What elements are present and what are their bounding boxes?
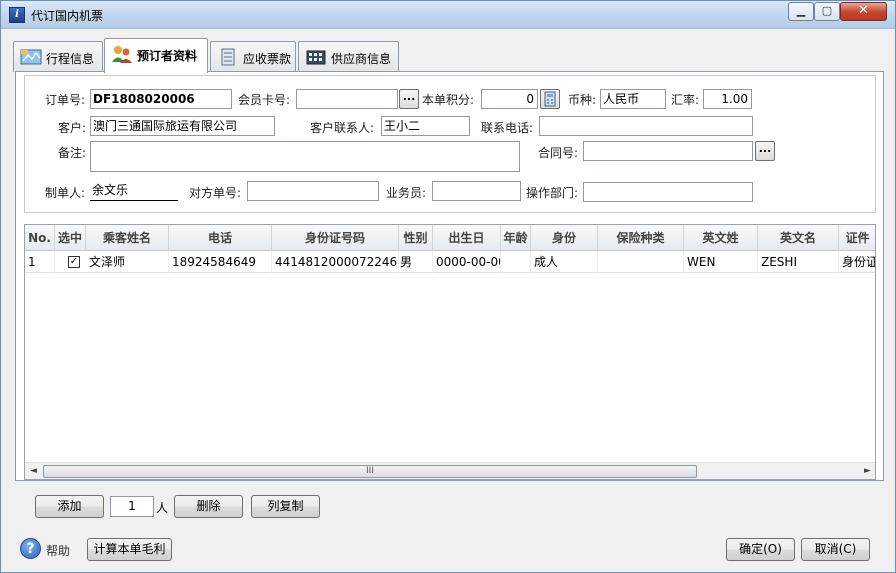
col-no[interactable]: No. [25, 225, 55, 251]
grid-header: No. 选中 乘客姓名 电话 身份证号码 性别 出生日 年龄 身份 保险种类 英… [25, 225, 875, 251]
tab-supplier[interactable]: 供应商信息 [298, 41, 399, 72]
count-unit: 人 [156, 501, 169, 515]
col-birthday[interactable]: 出生日 [433, 225, 501, 251]
col-identity[interactable]: 身份 [531, 225, 598, 251]
counter-no-field[interactable] [247, 181, 379, 201]
col-en-given[interactable]: 英文名 [758, 225, 839, 251]
tab-itinerary[interactable]: 行程信息 [13, 41, 103, 72]
row-select-checkbox[interactable]: ✓ [68, 256, 80, 268]
col-gender[interactable]: 性别 [399, 225, 433, 251]
counter-no-label: 对方单号: [189, 186, 242, 200]
tab-label: 行程信息 [46, 52, 95, 66]
col-selected[interactable]: 选中 [55, 225, 86, 251]
cell-birthday[interactable]: 0000-00-00 [433, 251, 501, 273]
cell-en-surname[interactable]: WEN [684, 251, 758, 273]
remark-label: 备注: [58, 146, 87, 160]
contract-lookup-button[interactable]: ... [755, 141, 775, 161]
users-icon [112, 46, 132, 63]
col-insurance[interactable]: 保险种类 [598, 225, 684, 251]
cell-name[interactable]: 文泽师 [86, 251, 169, 273]
calculator-icon[interactable] [540, 89, 560, 109]
phone-label: 联系电话: [481, 121, 534, 135]
add-button[interactable]: 添加 [35, 495, 104, 518]
close-button[interactable]: ✕ [840, 2, 887, 21]
cell-insurance[interactable] [598, 251, 684, 273]
col-age[interactable]: 年龄 [501, 225, 531, 251]
cell-doc[interactable]: 身份证 [839, 251, 875, 273]
delete-button[interactable]: 删除 [174, 495, 243, 518]
supplier-icon [306, 50, 326, 65]
phone-field[interactable] [539, 116, 753, 136]
help-link[interactable]: 帮助 [46, 542, 70, 559]
creator-label: 制单人: [45, 186, 86, 200]
customer-field[interactable]: 澳门三通国际旅运有限公司 [90, 116, 275, 136]
col-phone[interactable]: 电话 [169, 225, 272, 251]
tab-booker-info[interactable]: 预订者资料 [104, 38, 208, 73]
contact-label: 客户联系人: [310, 121, 375, 135]
ok-button[interactable]: 确定(O) [726, 538, 795, 561]
customer-label: 客户: [58, 121, 87, 135]
currency-field[interactable]: 人民币 [600, 89, 666, 109]
dept-label: 操作部门: [526, 186, 579, 200]
currency-label: 币种: [568, 93, 597, 107]
maximize-button[interactable]: ▢ [814, 2, 840, 21]
window-title: 代订国内机票 [31, 9, 104, 23]
points-label: 本单积分: [422, 93, 475, 107]
col-doc[interactable]: 证件 [839, 225, 875, 251]
cell-phone[interactable]: 18924584649 [169, 251, 272, 273]
scroll-left-icon[interactable]: ◄ [25, 463, 42, 479]
count-input[interactable]: 1 [110, 496, 154, 517]
points-field[interactable]: 0 [481, 89, 538, 109]
contract-label: 合同号: [538, 146, 579, 160]
remark-field[interactable] [90, 141, 520, 172]
contact-field[interactable]: 王小二 [381, 116, 470, 136]
scroll-right-icon[interactable]: ► [859, 463, 875, 479]
col-id-number[interactable]: 身份证号码 [272, 225, 399, 251]
copy-column-button[interactable]: 列复制 [251, 495, 320, 518]
booker-form: 订单号: DF1808020006 会员卡号: ... 本单积分: 0 币种: … [24, 75, 876, 213]
table-row[interactable]: 1 ✓ 文泽师 18924584649 441481200007224664 男… [25, 251, 875, 273]
dialog-window: i 代订国内机票 ▁ ▢ ✕ 行程信息 预订者资料 应收票款 供应商信息 订单号… [0, 0, 896, 573]
cell-age[interactable] [501, 251, 531, 273]
order-no-label: 订单号: [45, 93, 86, 107]
salesman-field[interactable] [432, 181, 521, 201]
tab-label: 供应商信息 [331, 52, 392, 66]
tab-panel: 订单号: DF1808020006 会员卡号: ... 本单积分: 0 币种: … [15, 71, 884, 481]
receivable-icon [221, 48, 235, 66]
member-card-field[interactable] [296, 89, 398, 109]
itinerary-icon [20, 49, 42, 65]
cancel-button[interactable]: 取消(C) [801, 538, 870, 561]
rate-label: 汇率: [671, 93, 700, 107]
app-icon: i [9, 7, 25, 23]
rate-field[interactable]: 1.00 [703, 89, 752, 109]
calc-profit-button[interactable]: 计算本单毛利 [87, 538, 172, 561]
horizontal-scrollbar[interactable]: ◄ III ► [25, 462, 875, 479]
tab-label: 应收票款 [243, 52, 292, 66]
cell-gender[interactable]: 男 [397, 251, 433, 273]
creator-field[interactable]: 余文乐 [90, 181, 178, 201]
cell-no: 1 [25, 251, 55, 273]
cell-en-given[interactable]: ZESHI [758, 251, 839, 273]
member-card-label: 会员卡号: [238, 93, 291, 107]
tab-receivable[interactable]: 应收票款 [210, 41, 296, 72]
member-card-lookup-button[interactable]: ... [399, 89, 419, 109]
order-no-field[interactable]: DF1808020006 [90, 89, 232, 109]
minimize-button[interactable]: ▁ [788, 2, 814, 21]
tab-label: 预订者资料 [137, 49, 198, 63]
title-bar: i 代订国内机票 ▁ ▢ ✕ [1, 1, 895, 29]
cell-identity[interactable]: 成人 [531, 251, 598, 273]
cell-id-number[interactable]: 441481200007224664 [272, 251, 399, 273]
passenger-grid: No. 选中 乘客姓名 电话 身份证号码 性别 出生日 年龄 身份 保险种类 英… [24, 224, 876, 480]
salesman-label: 业务员: [386, 186, 427, 200]
dept-field[interactable] [583, 182, 753, 202]
contract-field[interactable] [583, 141, 753, 161]
scroll-thumb[interactable]: III [43, 465, 697, 478]
col-name[interactable]: 乘客姓名 [86, 225, 169, 251]
help-icon[interactable]: ? [20, 538, 41, 559]
col-en-surname[interactable]: 英文姓 [684, 225, 758, 251]
